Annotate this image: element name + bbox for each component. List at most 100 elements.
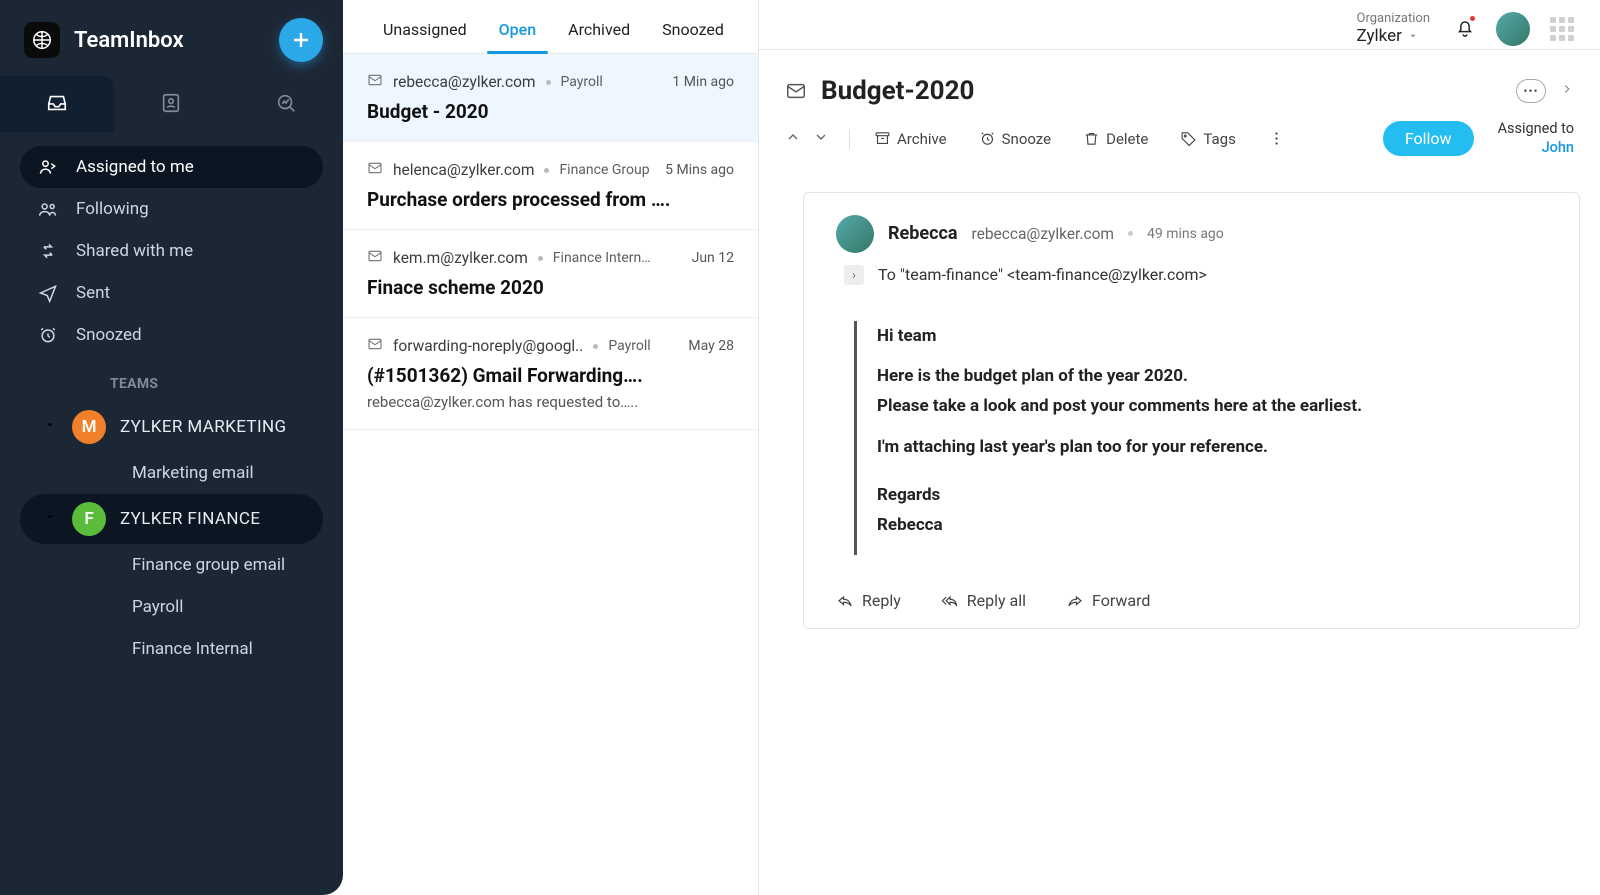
prev-thread-icon[interactable] xyxy=(785,129,801,149)
chat-icon[interactable]: ••• xyxy=(1516,79,1546,103)
tab-unassigned[interactable]: Unassigned xyxy=(381,10,469,53)
reader-pane: Organization Zylker Budget-2020 ••• xyxy=(759,0,1600,895)
clock-icon xyxy=(38,325,58,345)
analytics-view-icon[interactable] xyxy=(229,76,343,132)
expand-recipients-icon[interactable]: › xyxy=(844,265,864,285)
person-arrow-icon xyxy=(38,157,58,177)
envelope-icon xyxy=(367,336,383,356)
sidebar-header: TeamInbox xyxy=(0,0,343,76)
sidebar-nav: Assigned to me Following Shared with me … xyxy=(0,132,343,684)
team-avatar: M xyxy=(72,410,106,444)
nav-label: Assigned to me xyxy=(76,157,194,177)
team-name: ZYLKER MARKETING xyxy=(120,417,287,437)
team-subitem[interactable]: Marketing email xyxy=(20,452,323,494)
org-name: Zylker xyxy=(1357,26,1402,46)
envelope-icon xyxy=(367,248,383,268)
mail-header: Rebecca rebecca@zylker.com 49 mins ago xyxy=(836,215,1547,253)
thread-subject: Budget-2020 xyxy=(821,76,1502,106)
reply-all-button[interactable]: Reply all xyxy=(941,591,1026,610)
nav-label: Snoozed xyxy=(76,325,142,345)
message-time: 1 Min ago xyxy=(672,74,734,90)
message-from: helenca@zylker.com xyxy=(393,161,534,179)
tags-button[interactable]: Tags xyxy=(1176,126,1239,152)
mail-card: Rebecca rebecca@zylker.com 49 mins ago ›… xyxy=(803,192,1580,629)
apps-grid-icon[interactable] xyxy=(1550,17,1574,41)
sidebar: TeamInbox Assigned to me Following Share… xyxy=(0,0,343,895)
chevron-down-icon xyxy=(44,511,58,527)
nav-following[interactable]: Following xyxy=(20,188,323,230)
message-from: kem.m@zylker.com xyxy=(393,249,528,267)
inbox-view-icon[interactable] xyxy=(0,76,114,132)
message-subject: (#1501362) Gmail Forwarding…. xyxy=(367,364,734,387)
nav-snoozed[interactable]: Snoozed xyxy=(20,314,323,356)
next-thread-icon[interactable] xyxy=(813,129,829,149)
team-subitem[interactable]: Finance group email xyxy=(20,544,323,586)
message-tag: Finance Group xyxy=(559,162,649,178)
message-tag: Payroll xyxy=(608,338,650,354)
sender-avatar xyxy=(836,215,874,253)
tab-snoozed[interactable]: Snoozed xyxy=(660,10,726,53)
user-avatar[interactable] xyxy=(1496,12,1530,46)
trash-icon xyxy=(1083,130,1100,147)
sidebar-icon-tabs xyxy=(0,76,343,132)
expand-icon[interactable] xyxy=(1560,82,1574,100)
reply-button[interactable]: Reply xyxy=(836,591,901,610)
delete-button[interactable]: Delete xyxy=(1079,126,1152,152)
mail-to-row: › To "team-finance" <team-finance@zylker… xyxy=(844,265,1547,285)
nav-label: Shared with me xyxy=(76,241,193,261)
mail-body: Hi team Here is the budget plan of the y… xyxy=(854,321,1547,555)
message-time: 5 Mins ago xyxy=(665,162,734,178)
envelope-icon xyxy=(367,72,383,92)
nav-shared-with-me[interactable]: Shared with me xyxy=(20,230,323,272)
tab-archived[interactable]: Archived xyxy=(566,10,632,53)
list-tabs: Unassigned Open Archived Snoozed xyxy=(343,0,758,54)
archive-icon xyxy=(874,130,891,147)
message-preview: rebecca@zylker.com has requested to….. xyxy=(367,393,734,411)
message-time: Jun 12 xyxy=(692,250,734,266)
tab-open[interactable]: Open xyxy=(497,10,539,53)
team-subitem[interactable]: Finance Internal xyxy=(20,628,323,670)
nav-assigned-to-me[interactable]: Assigned to me xyxy=(20,146,323,188)
nav-label: Sent xyxy=(76,283,110,303)
team-subitem[interactable]: Payroll xyxy=(20,586,323,628)
org-switcher[interactable]: Organization Zylker xyxy=(1357,11,1430,47)
people-icon xyxy=(38,199,58,219)
message-tag: Payroll xyxy=(561,74,603,90)
team-avatar: F xyxy=(72,502,106,536)
nav-sent[interactable]: Sent xyxy=(20,272,323,314)
message-item[interactable]: helenca@zylker.com Finance Group 5 Mins … xyxy=(343,142,758,230)
app-logo xyxy=(24,22,60,58)
envelope-icon xyxy=(367,160,383,180)
chevron-down-icon xyxy=(44,419,58,435)
thread-toolbar: Archive Snooze Delete Tags Follow Assign… xyxy=(759,114,1600,172)
message-item[interactable]: rebecca@zylker.com Payroll 1 Min ago Bud… xyxy=(343,54,758,142)
sender-name: Rebecca xyxy=(888,223,958,244)
notification-badge xyxy=(1468,14,1477,23)
snooze-button[interactable]: Snooze xyxy=(975,126,1055,152)
archive-button[interactable]: Archive xyxy=(870,126,951,152)
share-icon xyxy=(38,241,58,261)
team-row[interactable]: F ZYLKER FINANCE xyxy=(20,494,323,544)
message-subject: Finace scheme 2020 xyxy=(367,276,734,299)
mail-time: 49 mins ago xyxy=(1147,226,1224,242)
follow-button[interactable]: Follow xyxy=(1383,121,1474,156)
team-row[interactable]: M ZYLKER MARKETING xyxy=(20,402,323,452)
message-from: forwarding-noreply@googl.. xyxy=(393,337,583,355)
contacts-view-icon[interactable] xyxy=(114,76,228,132)
toolbar-more-icon[interactable] xyxy=(1264,126,1289,152)
compose-button[interactable] xyxy=(279,18,323,62)
snooze-icon xyxy=(979,130,996,147)
notifications-icon[interactable] xyxy=(1454,16,1476,42)
assigned-to[interactable]: Assigned to John xyxy=(1498,120,1574,158)
reply-icon xyxy=(836,591,854,609)
envelope-icon xyxy=(785,80,807,102)
message-from: rebecca@zylker.com xyxy=(393,73,536,91)
team-name: ZYLKER FINANCE xyxy=(120,509,260,529)
message-subject: Purchase orders processed from …. xyxy=(367,188,734,211)
message-list-pane: Unassigned Open Archived Snoozed rebecca@zy… xyxy=(343,0,759,895)
forward-button[interactable]: Forward xyxy=(1066,591,1150,610)
message-item[interactable]: forwarding-noreply@googl.. Payroll May 2… xyxy=(343,318,758,430)
tag-icon xyxy=(1180,130,1197,147)
mail-to: To "team-finance" <team-finance@zylker.c… xyxy=(878,265,1207,284)
message-item[interactable]: kem.m@zylker.com Finance Intern… Jun 12 … xyxy=(343,230,758,318)
